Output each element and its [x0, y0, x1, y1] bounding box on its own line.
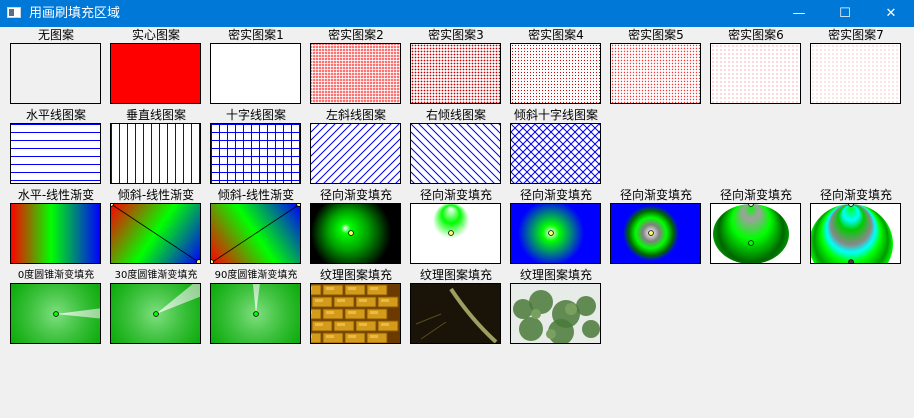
- brush-swatch-tex-plants: [510, 283, 601, 344]
- gradient-point-marker: [648, 230, 654, 236]
- brush-swatch-linear-diag1: [110, 203, 201, 264]
- brush-swatch-linear-h: [10, 203, 101, 264]
- brush-label: 纹理图案填充: [519, 268, 592, 282]
- brush-label: 倾斜-线性渐变: [217, 188, 295, 202]
- brush-label: 密实图案1: [228, 28, 284, 42]
- brush-label: 水平线图案: [25, 108, 86, 122]
- brush-label: 实心图案: [131, 28, 180, 42]
- gradient-point-marker: [253, 311, 259, 317]
- brush-swatch-dense: [510, 43, 601, 104]
- brush-label: 密实图案6: [728, 28, 784, 42]
- brush-swatch-radial3: [510, 203, 601, 264]
- window-title: 用画刷填充区域: [29, 6, 121, 21]
- brush-swatch-hatch: [210, 123, 301, 184]
- brush-swatch-tex-dark: [410, 283, 501, 344]
- brush-swatch-tex-bricks: [310, 283, 401, 344]
- maximize-button[interactable]: ☐: [822, 0, 868, 27]
- brush-label: 十字线图案: [225, 108, 286, 122]
- brush-label: 密实图案7: [828, 28, 884, 42]
- brush-swatch-dense: [210, 43, 301, 104]
- brush-label: 径向渐变填充: [419, 188, 492, 202]
- brush-label: 90度圆锥渐变填充: [214, 270, 298, 281]
- brush-label: 径向渐变填充: [519, 188, 592, 202]
- brush-label: 纹理图案填充: [419, 268, 492, 282]
- gradient-point-marker: [211, 259, 214, 263]
- brush-label: 纹理图案填充: [319, 268, 392, 282]
- brush-label: 倾斜十字线图案: [513, 108, 598, 122]
- brush-label: 倾斜-线性渐变: [117, 188, 195, 202]
- gradient-point-marker: [196, 259, 200, 263]
- app-icon: [7, 7, 21, 18]
- brush-swatch-hatch: [10, 123, 101, 184]
- brush-swatch-hatch: [310, 123, 401, 184]
- gradient-point-marker: [848, 259, 854, 263]
- brush-label: 密实图案3: [428, 28, 484, 42]
- brush-swatch-conical: [10, 283, 101, 344]
- brush-swatch-radial6: [810, 203, 901, 264]
- gradient-point-marker: [348, 230, 354, 236]
- brush-swatch-dense: [810, 43, 901, 104]
- brush-label: 右倾线图案: [425, 108, 486, 122]
- brush-label: 30度圆锥渐变填充: [114, 270, 198, 281]
- gradient-point-marker: [448, 230, 454, 236]
- gradient-point-marker: [748, 204, 754, 207]
- brush-label: 密实图案5: [628, 28, 684, 42]
- minimize-button[interactable]: —: [776, 0, 822, 27]
- brush-swatch-hatch: [110, 123, 201, 184]
- brush-swatch-dense: [410, 43, 501, 104]
- gradient-point-marker: [53, 311, 59, 317]
- brush-label: 径向渐变填充: [619, 188, 692, 202]
- close-button[interactable]: ✕: [868, 0, 914, 27]
- brush-label: 径向渐变填充: [719, 188, 792, 202]
- brush-swatch-dense: [710, 43, 801, 104]
- gradient-point-marker: [296, 204, 300, 207]
- brush-swatch-conical: [210, 283, 301, 344]
- gradient-point-marker: [548, 230, 554, 236]
- brush-swatch-radial1: [310, 203, 401, 264]
- brush-swatch-radial5: [710, 203, 801, 264]
- title-bar: 用画刷填充区域 — ☐ ✕: [0, 0, 914, 27]
- brush-swatch-none: [10, 43, 101, 104]
- brush-swatch-linear-diag2: [210, 203, 301, 264]
- brush-label: 无图案: [37, 28, 74, 42]
- brush-swatch-conical: [110, 283, 201, 344]
- brush-label: 密实图案4: [528, 28, 584, 42]
- brush-swatch-dense: [610, 43, 701, 104]
- brush-swatch-radial2: [410, 203, 501, 264]
- brush-label: 左斜线图案: [325, 108, 386, 122]
- brush-label: 垂直线图案: [125, 108, 186, 122]
- brush-label: 0度圆锥渐变填充: [17, 270, 95, 281]
- brush-swatch-dense: [310, 43, 401, 104]
- brush-label: 径向渐变填充: [819, 188, 892, 202]
- brush-swatch-hatch: [410, 123, 501, 184]
- brush-label: 水平-线性渐变: [17, 188, 95, 202]
- gradient-point-marker: [153, 311, 159, 317]
- brush-swatch-hatch: [510, 123, 601, 184]
- brush-label: 径向渐变填充: [319, 188, 392, 202]
- gradient-point-marker: [748, 240, 754, 246]
- brush-label: 密实图案2: [328, 28, 384, 42]
- brush-swatch-radial4: [610, 203, 701, 264]
- brush-swatch-solid: [110, 43, 201, 104]
- gradient-point-marker: [848, 204, 854, 207]
